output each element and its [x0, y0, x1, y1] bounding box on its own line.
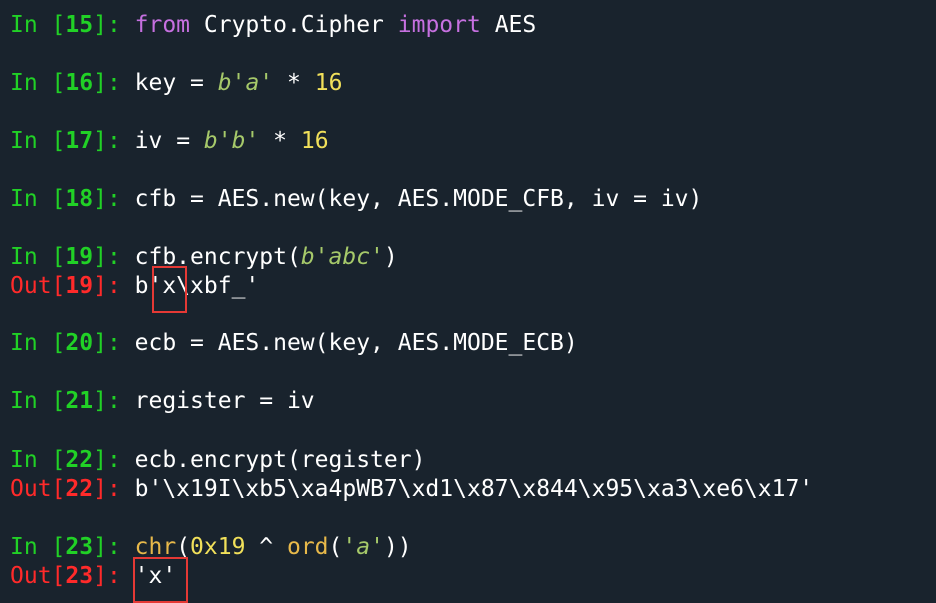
- in-prompt-end: ]:: [93, 388, 135, 414]
- in-prompt-number: 18: [65, 186, 94, 212]
- out-prompt-end: ]:: [93, 563, 135, 589]
- code-token: *: [287, 70, 301, 96]
- input-line[interactable]: In [17]: iv = b'b' * 16: [10, 127, 329, 156]
- in-prompt-end: ]:: [93, 128, 135, 154]
- code-token: 0x19: [190, 534, 246, 560]
- code-token: ecb = AES.new(key, AES.MODE_ECB): [134, 330, 578, 356]
- in-prompt-label: In [: [10, 447, 66, 473]
- code-token: 'a': [342, 534, 384, 560]
- output-value: 'x': [134, 563, 177, 589]
- output-line: Out[23]: 'x': [10, 562, 176, 591]
- code-token: register = iv: [134, 388, 315, 414]
- output-line: Out[19]: b'x\xbf_': [10, 272, 259, 301]
- code-token: b'b': [203, 128, 260, 154]
- in-prompt-number: 20: [65, 330, 94, 356]
- code-token: b'a': [217, 70, 274, 96]
- input-line[interactable]: In [18]: cfb = AES.new(key, AES.MODE_CFB…: [10, 185, 702, 214]
- in-prompt-end: ]:: [93, 534, 135, 560]
- in-prompt-label: In [: [10, 330, 66, 356]
- ipython-console[interactable]: In [15]: from Crypto.Cipher import AES In…: [0, 0, 936, 603]
- in-prompt-end: ]:: [93, 70, 135, 96]
- in-prompt-label: In [: [10, 534, 66, 560]
- in-prompt-end: ]:: [93, 186, 135, 212]
- output-value: b'\x19I\xb5\xa4pWB7\xd1\x87\x844\x95\xa3…: [134, 476, 814, 502]
- code-token: Crypto.Cipher: [190, 12, 398, 38]
- code-token: (: [328, 534, 343, 560]
- in-prompt-number: 17: [65, 128, 94, 154]
- input-line[interactable]: In [22]: ecb.encrypt(register): [10, 446, 425, 475]
- code-token: import: [397, 12, 481, 38]
- in-prompt-label: In [: [10, 128, 66, 154]
- code-token: b'abc': [300, 244, 384, 270]
- output-line: Out[22]: b'\x19I\xb5\xa4pWB7\xd1\x87\x84…: [10, 475, 813, 504]
- in-prompt-number: 23: [65, 534, 94, 560]
- in-prompt-label: In [: [10, 244, 66, 270]
- input-line[interactable]: In [23]: chr(0x19 ^ ord('a')): [10, 533, 412, 562]
- in-prompt-end: ]:: [93, 447, 135, 473]
- code-token: ecb.encrypt(register): [134, 447, 426, 473]
- out-prompt-end: ]:: [93, 476, 135, 502]
- code-token: =: [176, 128, 191, 154]
- in-prompt-label: In [: [10, 70, 66, 96]
- code-token: ord: [286, 534, 329, 560]
- code-token: from: [134, 12, 191, 38]
- in-prompt-end: ]:: [93, 330, 135, 356]
- out-prompt-number: 19: [65, 273, 94, 299]
- output-value: b'x\xbf_': [134, 273, 260, 299]
- input-line[interactable]: In [16]: key = b'a' * 16: [10, 69, 342, 98]
- in-prompt-end: ]:: [93, 244, 135, 270]
- code-token: (: [176, 534, 191, 560]
- code-token: 16: [314, 70, 343, 96]
- out-prompt-end: ]:: [93, 273, 135, 299]
- code-token: AES: [480, 12, 537, 38]
- code-token: )): [383, 534, 412, 560]
- in-prompt-label: In [: [10, 186, 66, 212]
- input-line[interactable]: In [20]: ecb = AES.new(key, AES.MODE_ECB…: [10, 329, 578, 358]
- out-prompt-number: 23: [65, 563, 94, 589]
- input-line[interactable]: In [21]: register = iv: [10, 387, 315, 416]
- code-token: cfb = AES.new(key, AES.MODE_CFB, iv = iv…: [134, 186, 703, 212]
- in-prompt-number: 15: [65, 12, 94, 38]
- code-token: cfb.encrypt(: [134, 244, 301, 270]
- out-prompt-label: Out[: [10, 563, 66, 589]
- code-token: =: [190, 70, 204, 96]
- in-prompt-number: 22: [65, 447, 94, 473]
- in-prompt-number: 16: [65, 70, 94, 96]
- input-line[interactable]: In [19]: cfb.encrypt(b'abc'): [10, 243, 398, 272]
- in-prompt-number: 21: [65, 388, 94, 414]
- in-prompt-label: In [: [10, 388, 66, 414]
- code-token: key: [134, 70, 191, 96]
- out-prompt-number: 22: [65, 476, 94, 502]
- code-token: iv: [134, 128, 177, 154]
- code-token: chr: [134, 534, 177, 560]
- in-prompt-number: 19: [65, 244, 94, 270]
- out-prompt-label: Out[: [10, 476, 66, 502]
- in-prompt-label: In [: [10, 12, 66, 38]
- input-line[interactable]: In [15]: from Crypto.Cipher import AES: [10, 11, 536, 40]
- out-prompt-label: Out[: [10, 273, 66, 299]
- code-token: 16: [300, 128, 329, 154]
- code-token: *: [273, 128, 288, 154]
- code-token: ^: [245, 534, 287, 560]
- code-token: ): [383, 244, 398, 270]
- in-prompt-end: ]:: [93, 12, 135, 38]
